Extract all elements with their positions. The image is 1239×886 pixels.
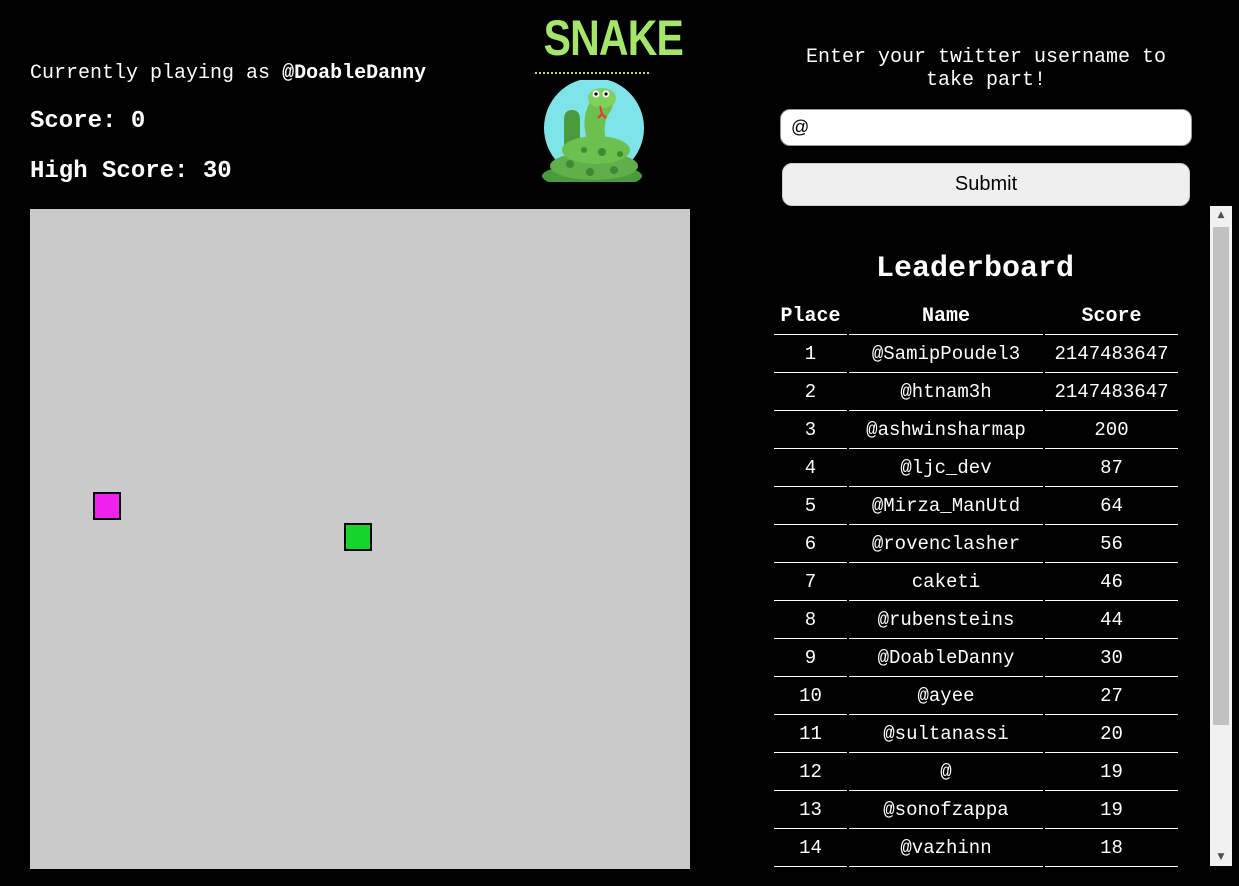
leaderboard-score-cell: 44 — [1045, 601, 1178, 639]
leaderboard-rows: 1 @SamipPoudel3 2147483647 2 @htnam3h 2147483… — [774, 335, 1178, 867]
leaderboard-row: 4 @ljc_dev 87 — [774, 449, 1178, 487]
twitter-username-input[interactable] — [780, 109, 1192, 146]
leaderboard-header-row: Place Name Score — [774, 298, 1178, 335]
leaderboard-score-cell: 46 — [1045, 563, 1178, 601]
logo-divider — [535, 72, 649, 74]
currently-playing: Currently playing as @DoableDanny — [30, 62, 426, 85]
leaderboard-name-cell: @sultanassi — [849, 715, 1043, 753]
leaderboard-name-cell: @ — [849, 753, 1043, 791]
header-place: Place — [774, 298, 847, 335]
snake-head-cell — [344, 523, 372, 551]
leaderboard-name-cell: @DoableDanny — [849, 639, 1043, 677]
leaderboard-row: 9 @DoableDanny 30 — [774, 639, 1178, 677]
leaderboard-place-cell: 5 — [774, 487, 847, 525]
logo-title: SNAKE — [543, 10, 684, 66]
food-cell — [93, 492, 121, 520]
leaderboard-scrollbar[interactable]: ▲ ▼ — [1210, 206, 1232, 866]
scroll-thumb[interactable] — [1213, 227, 1229, 725]
leaderboard-score-cell: 19 — [1045, 791, 1178, 829]
leaderboard-score-cell: 2147483647 — [1045, 335, 1178, 373]
leaderboard-table: Place Name Score 1 @SamipPoudel3 214748364… — [772, 298, 1180, 867]
leaderboard-score-cell: 30 — [1045, 639, 1178, 677]
leaderboard-row: 14 @vazhinn 18 — [774, 829, 1178, 867]
leaderboard-name-cell: @rubensteins — [849, 601, 1043, 639]
leaderboard-row: 11 @sultanassi 20 — [774, 715, 1178, 753]
leaderboard-name-cell: @sonofzappa — [849, 791, 1043, 829]
leaderboard-place-cell: 11 — [774, 715, 847, 753]
leaderboard-place-cell: 10 — [774, 677, 847, 715]
snake-logo: SNAKE — [533, 10, 684, 188]
leaderboard-panel[interactable]: Leaderboard Place Name Score 1 @SamipPoud… — [760, 228, 1210, 886]
leaderboard-score-cell: 87 — [1045, 449, 1178, 487]
leaderboard-place-cell: 1 — [774, 335, 847, 373]
leaderboard-score-cell: 200 — [1045, 411, 1178, 449]
header-score: Score — [1045, 298, 1178, 335]
leaderboard-score-cell: 2147483647 — [1045, 373, 1178, 411]
leaderboard-score-cell: 20 — [1045, 715, 1178, 753]
playing-prefix: Currently playing as — [30, 62, 271, 85]
leaderboard-place-cell: 6 — [774, 525, 847, 563]
leaderboard-row: 13 @sonofzappa 19 — [774, 791, 1178, 829]
leaderboard-place-cell: 4 — [774, 449, 847, 487]
scroll-down-arrow-icon[interactable]: ▼ — [1210, 848, 1232, 866]
submit-button[interactable]: Submit — [782, 163, 1190, 206]
leaderboard-place-cell: 12 — [774, 753, 847, 791]
leaderboard-row: 3 @ashwinsharmap 200 — [774, 411, 1178, 449]
leaderboard-name-cell: @vazhinn — [849, 829, 1043, 867]
leaderboard-place-cell: 7 — [774, 563, 847, 601]
leaderboard-place-cell: 9 — [774, 639, 847, 677]
leaderboard-name-cell: @SamipPoudel3 — [849, 335, 1043, 373]
leaderboard-row: 10 @ayee 27 — [774, 677, 1178, 715]
username-prompt: Enter your twitter username to take part… — [805, 46, 1167, 92]
leaderboard-row: 5 @Mirza_ManUtd 64 — [774, 487, 1178, 525]
leaderboard-place-cell: 8 — [774, 601, 847, 639]
leaderboard-row: 1 @SamipPoudel3 2147483647 — [774, 335, 1178, 373]
leaderboard-score-cell: 56 — [1045, 525, 1178, 563]
leaderboard-score-cell: 18 — [1045, 829, 1178, 867]
leaderboard-row: 8 @rubensteins 44 — [774, 601, 1178, 639]
leaderboard-row: 7 caketi 46 — [774, 563, 1178, 601]
leaderboard-title: Leaderboard — [875, 252, 1075, 286]
leaderboard-score-cell: 19 — [1045, 753, 1178, 791]
leaderboard-place-cell: 14 — [774, 829, 847, 867]
leaderboard-row: 6 @rovenclasher 56 — [774, 525, 1178, 563]
leaderboard-name-cell: @Mirza_ManUtd — [849, 487, 1043, 525]
player-name: @DoableDanny — [282, 62, 427, 85]
leaderboard-score-cell: 27 — [1045, 677, 1178, 715]
snake-mascot-icon — [533, 78, 651, 188]
scroll-up-arrow-icon[interactable]: ▲ — [1210, 206, 1232, 224]
leaderboard-name-cell: @htnam3h — [849, 373, 1043, 411]
leaderboard-place-cell: 3 — [774, 411, 847, 449]
score-display: Score: 0 — [30, 108, 146, 135]
leaderboard-name-cell: @ashwinsharmap — [849, 411, 1043, 449]
leaderboard-place-cell: 13 — [774, 791, 847, 829]
leaderboard-row: 12 @19 — [774, 753, 1178, 791]
header-name: Name — [849, 298, 1043, 335]
leaderboard-name-cell: caketi — [849, 563, 1043, 601]
high-score-display: High Score: 30 — [30, 158, 232, 185]
leaderboard-score-cell: 64 — [1045, 487, 1178, 525]
leaderboard-row: 2 @htnam3h 2147483647 — [774, 373, 1178, 411]
leaderboard-name-cell: @ayee — [849, 677, 1043, 715]
game-board[interactable] — [30, 209, 690, 869]
leaderboard-name-cell: @ljc_dev — [849, 449, 1043, 487]
leaderboard-name-cell: @rovenclasher — [849, 525, 1043, 563]
leaderboard-place-cell: 2 — [774, 373, 847, 411]
